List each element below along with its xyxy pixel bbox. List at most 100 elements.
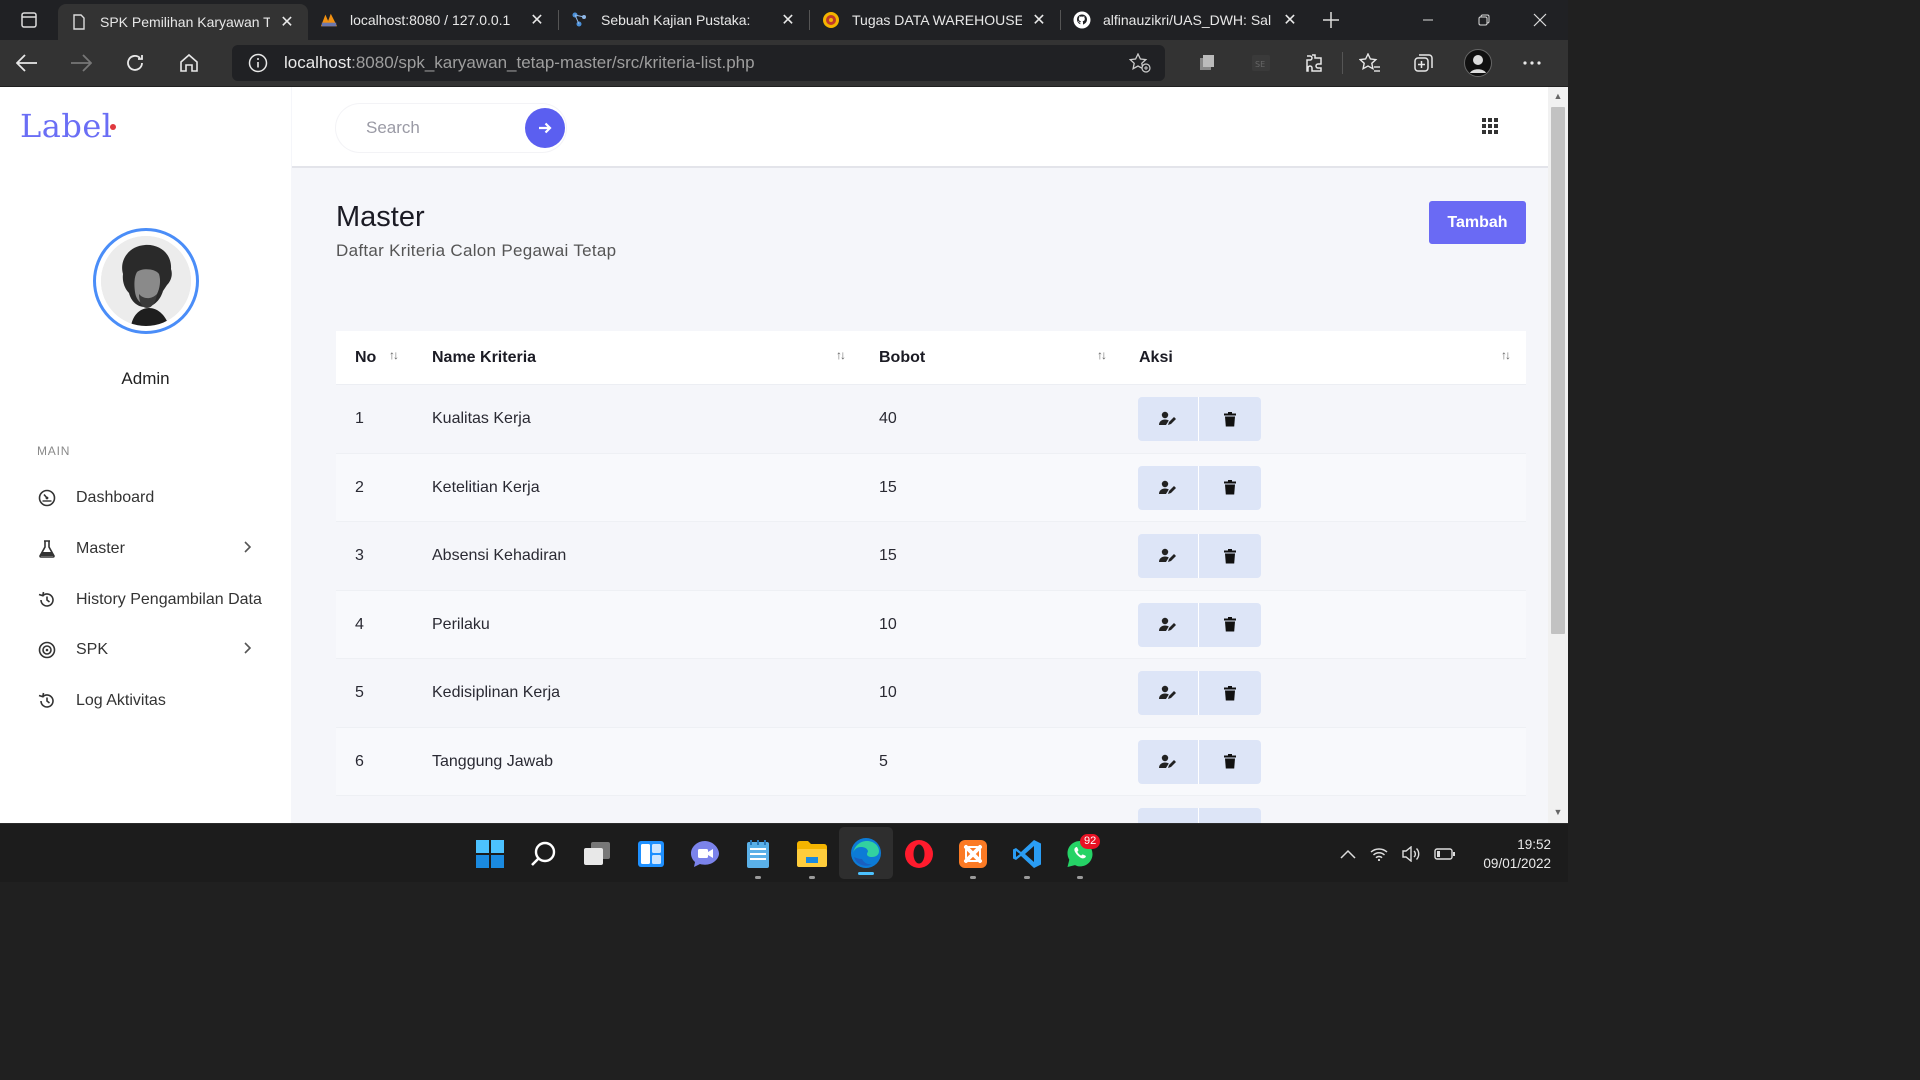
whatsapp-button[interactable]: 92 bbox=[1054, 824, 1108, 883]
delete-button[interactable] bbox=[1199, 534, 1261, 578]
sort-icon[interactable]: ↑↓ bbox=[1097, 348, 1107, 362]
trash-icon bbox=[1224, 548, 1236, 564]
task-view-button[interactable] bbox=[570, 824, 624, 883]
close-tab-icon[interactable]: ✕ bbox=[779, 11, 797, 29]
delete-button[interactable] bbox=[1199, 739, 1261, 784]
restore-button[interactable] bbox=[1456, 0, 1512, 40]
chevron-up-icon bbox=[1340, 849, 1356, 859]
taskbar-search-button[interactable] bbox=[517, 824, 571, 883]
extension-button[interactable] bbox=[1180, 40, 1234, 86]
cell-no: 6 bbox=[355, 752, 364, 770]
sort-icon[interactable]: ↑↓ bbox=[836, 348, 846, 362]
new-tab-button[interactable] bbox=[1311, 0, 1351, 40]
cell-name: Tanggung Jawab bbox=[432, 752, 553, 770]
delete-button[interactable] bbox=[1199, 671, 1261, 715]
scroll-down-arrow[interactable]: ▼ bbox=[1552, 807, 1564, 819]
extension-button[interactable]: SE bbox=[1234, 40, 1288, 86]
delete-button[interactable] bbox=[1199, 465, 1261, 510]
battery-button[interactable] bbox=[1434, 847, 1456, 860]
row-actions bbox=[1138, 397, 1261, 441]
edit-button[interactable] bbox=[1138, 671, 1199, 715]
close-tab-icon[interactable]: ✕ bbox=[528, 11, 546, 29]
sort-icon[interactable]: ↑↓ bbox=[1501, 348, 1511, 362]
edit-button[interactable] bbox=[1138, 465, 1199, 510]
edge-button[interactable] bbox=[838, 827, 893, 879]
browser-tab[interactable]: Tugas DATA WAREHOUSE ✕ bbox=[810, 0, 1060, 40]
xampp-button[interactable] bbox=[946, 824, 1000, 883]
page-scrollbar[interactable]: ▲ ▼ bbox=[1548, 87, 1568, 823]
column-header-bobot[interactable]: Bobot bbox=[879, 331, 925, 385]
vscode-button[interactable] bbox=[1000, 824, 1054, 883]
delete-button[interactable] bbox=[1199, 808, 1261, 823]
settings-more-button[interactable] bbox=[1505, 40, 1559, 86]
collections-button[interactable] bbox=[1397, 40, 1451, 86]
edit-button[interactable] bbox=[1138, 534, 1199, 578]
sidebar-item-spk[interactable]: SPK bbox=[37, 632, 287, 668]
minimize-button[interactable] bbox=[1400, 0, 1456, 40]
opera-icon bbox=[904, 839, 934, 869]
avatar[interactable] bbox=[93, 228, 199, 334]
sidebar-item-master[interactable]: Master bbox=[37, 531, 287, 567]
close-window-button[interactable] bbox=[1512, 0, 1568, 40]
column-header-no[interactable]: No bbox=[355, 331, 376, 385]
url-bar[interactable]: localhost:8080/spk_karyawan_tetap-master… bbox=[232, 45, 1165, 81]
arrow-right-icon bbox=[538, 121, 552, 135]
scroll-thumb[interactable] bbox=[1551, 107, 1565, 634]
scroll-up-arrow[interactable]: ▲ bbox=[1552, 91, 1564, 103]
sidebar-item-dashboard[interactable]: Dashboard bbox=[37, 480, 287, 516]
close-tab-icon[interactable]: ✕ bbox=[278, 13, 296, 31]
extensions-button[interactable] bbox=[1288, 40, 1342, 86]
browser-tab[interactable]: SPK Pemilihan Karyawan T ✕ bbox=[58, 4, 308, 40]
table-row: 6 Tanggung Jawab 5 bbox=[336, 727, 1526, 796]
volume-button[interactable] bbox=[1402, 845, 1420, 862]
cell-no: 1 bbox=[355, 410, 364, 427]
file-explorer-button[interactable] bbox=[785, 824, 839, 883]
tab-actions-button[interactable] bbox=[0, 0, 58, 40]
add-favorite-icon[interactable] bbox=[1129, 53, 1151, 73]
browser-tab[interactable]: localhost:8080 / 127.0.0.1 ✕ bbox=[308, 0, 558, 40]
sidebar-item-history[interactable]: History Pengambilan Data bbox=[37, 582, 287, 618]
apps-grid-button[interactable] bbox=[1482, 118, 1502, 138]
sidebar-item-label: Master bbox=[76, 540, 125, 557]
refresh-button[interactable] bbox=[108, 40, 162, 86]
edit-button[interactable] bbox=[1138, 808, 1199, 823]
sidebar-item-label: Dashboard bbox=[76, 489, 155, 506]
clock[interactable]: 19:52 09/01/2022 bbox=[1483, 835, 1551, 873]
favorites-button[interactable] bbox=[1343, 40, 1397, 86]
add-button[interactable]: Tambah bbox=[1429, 201, 1526, 244]
wifi-button[interactable] bbox=[1370, 847, 1388, 861]
home-button[interactable] bbox=[162, 40, 216, 86]
sort-icon[interactable]: ↑↓ bbox=[389, 348, 399, 362]
column-header-aksi[interactable]: Aksi bbox=[1139, 331, 1173, 385]
opera-button[interactable] bbox=[893, 824, 947, 883]
user-edit-icon bbox=[1159, 411, 1177, 427]
row-actions bbox=[1138, 671, 1261, 715]
notepad-button[interactable] bbox=[731, 824, 785, 883]
delete-button[interactable] bbox=[1199, 397, 1261, 441]
teams-chat-button[interactable] bbox=[678, 824, 732, 883]
search-input[interactable] bbox=[366, 118, 516, 138]
forward-button[interactable] bbox=[54, 40, 108, 86]
close-tab-icon[interactable]: ✕ bbox=[1281, 11, 1299, 29]
edit-button[interactable] bbox=[1138, 739, 1199, 784]
column-header-name[interactable]: Name Kriteria bbox=[432, 331, 536, 385]
info-icon[interactable] bbox=[248, 53, 268, 73]
start-button[interactable] bbox=[463, 824, 517, 883]
profile-button[interactable] bbox=[1451, 40, 1505, 86]
edit-button[interactable] bbox=[1138, 602, 1199, 647]
brand-logo[interactable]: Label bbox=[20, 107, 112, 145]
user-edit-icon bbox=[1159, 754, 1177, 770]
search-submit-button[interactable] bbox=[525, 108, 565, 148]
show-hidden-icons-button[interactable] bbox=[1340, 849, 1356, 859]
browser-tab[interactable]: Sebuah Kajian Pustaka: ✕ bbox=[559, 0, 809, 40]
sidebar-item-label: SPK bbox=[76, 641, 109, 658]
close-tab-icon[interactable]: ✕ bbox=[1030, 11, 1048, 29]
sidebar-item-log-aktivitas[interactable]: Log Aktivitas bbox=[37, 683, 287, 719]
edit-button[interactable] bbox=[1138, 397, 1199, 441]
widgets-button[interactable] bbox=[624, 824, 678, 883]
browser-tab[interactable]: alfinauzikri/UAS_DWH: Sal ✕ bbox=[1061, 0, 1311, 40]
back-button[interactable] bbox=[0, 40, 54, 86]
page-viewport: Label Admin MAIN Dashboard Master Histor… bbox=[0, 87, 1548, 823]
arrow-left-icon bbox=[16, 54, 38, 72]
delete-button[interactable] bbox=[1199, 602, 1261, 647]
